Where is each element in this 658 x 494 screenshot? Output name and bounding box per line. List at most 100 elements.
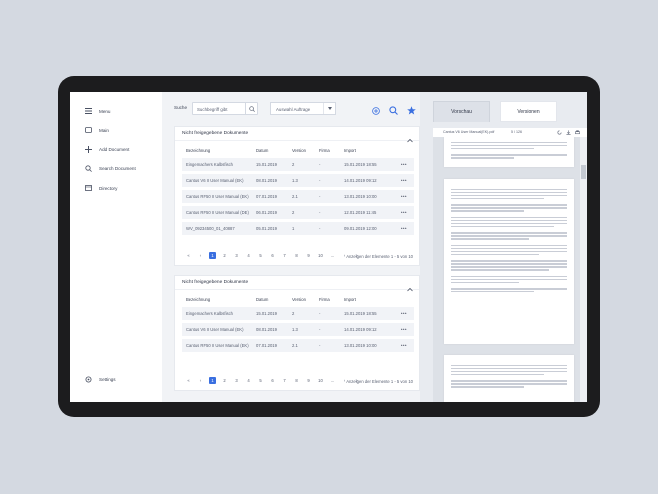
page-button[interactable]: 4 <box>245 252 252 259</box>
preview-toolbar: Cantus V6 User Manual(EK).pdf 5 / 126 <box>433 128 587 137</box>
more-options-icon[interactable]: ••• <box>394 174 414 187</box>
page-button[interactable]: 1 <box>209 252 216 259</box>
print-icon <box>575 129 580 134</box>
more-options-icon[interactable]: ••• <box>394 206 414 219</box>
search-label: Suche <box>174 105 188 110</box>
tab-vorschau[interactable]: Vorschau <box>433 101 490 122</box>
page-button[interactable]: 6 <box>269 252 276 259</box>
cell-version: 2.1 <box>292 339 319 352</box>
toolbar-actions <box>372 102 416 120</box>
cell-firma: - <box>319 206 344 219</box>
directory-icon <box>84 184 92 192</box>
page-button[interactable]: 1 <box>209 377 216 384</box>
sidebar-item-directory[interactable]: Directory <box>84 183 117 193</box>
favorite-button[interactable] <box>407 102 416 120</box>
more-options-icon[interactable]: ••• <box>394 190 414 203</box>
page-button[interactable]: 10 <box>317 377 324 384</box>
page-button[interactable]: 4 <box>245 377 252 384</box>
page-button[interactable]: 3 <box>233 252 240 259</box>
sidebar-item-search-document[interactable]: Search Document <box>84 163 136 173</box>
plus-icon <box>84 145 92 153</box>
table-row[interactable]: WV_09234500_01_40887 05.01.2019 1-09.01.20… <box>182 222 414 235</box>
chevron-up-icon <box>407 138 413 143</box>
page-button[interactable]: 10 <box>317 252 324 259</box>
cell-firma: - <box>319 158 344 171</box>
page-prev-button[interactable]: ‹ <box>197 377 204 384</box>
document-page <box>444 137 574 167</box>
more-options-icon[interactable]: ••• <box>394 158 414 171</box>
page-button[interactable]: 9 <box>305 377 312 384</box>
table-row[interactable]: Cantus RF50 II User Manual (DE) 06.01.201… <box>182 206 414 219</box>
add-circle-button[interactable] <box>372 102 380 120</box>
page-button[interactable]: 9 <box>305 252 312 259</box>
sidebar-item-menu[interactable]: Menu <box>84 106 111 116</box>
preview-scrollbar[interactable] <box>580 137 587 402</box>
download-icon <box>566 129 571 135</box>
page-prev-button[interactable]: ‹ <box>197 252 204 259</box>
page-button[interactable]: 3 <box>233 377 240 384</box>
pagination: « ‹ 1 2 3 4 5 6 7 8 9 10 ... › » <box>185 252 360 259</box>
page-first-button[interactable]: « <box>185 377 192 384</box>
sidebar-item-main[interactable]: Main <box>84 125 109 135</box>
table-row[interactable]: Cantus V6 II User Manual (EK) 08.01.2019 1… <box>182 323 414 336</box>
star-icon <box>407 106 416 115</box>
page-button[interactable]: 8 <box>293 252 300 259</box>
table-row[interactable]: Eingemachers Kalbsfisch 15.01.2019 2-15.01… <box>182 307 414 320</box>
cell-name: Cantus RF50 II User Manual (EK) <box>182 339 256 352</box>
cell-name: Eingemachers Kalbsfisch <box>182 307 256 320</box>
page-button[interactable]: 5 <box>257 252 264 259</box>
page-button[interactable]: 7 <box>281 377 288 384</box>
sidebar-item-add-document[interactable]: Add Document <box>84 144 129 154</box>
collapse-button[interactable] <box>407 130 413 148</box>
rotate-button[interactable] <box>557 130 562 136</box>
col-header: Datum <box>256 297 269 302</box>
table-header-row: Bezeichnung Datum Version Firma Import <box>182 295 414 304</box>
col-header: Firma <box>319 297 330 302</box>
table-row[interactable]: Cantus RF50 II User Manual (EK) 07.01.201… <box>182 190 414 203</box>
table-row[interactable]: Cantus RF50 II User Manual (EK) 07.01.201… <box>182 339 414 352</box>
search-input[interactable] <box>197 106 245 112</box>
documents-table: Bezeichnung Datum Version Firma Import E… <box>182 292 414 355</box>
sidebar-item-label: Add Document <box>99 146 130 152</box>
cell-firma: - <box>319 323 344 336</box>
table-header-row: Bezeichnung Datum Version Firma Import <box>182 146 414 155</box>
more-options-icon[interactable]: ••• <box>394 222 414 235</box>
more-options-icon[interactable]: ••• <box>394 323 414 336</box>
scrollbar-thumb[interactable] <box>581 165 586 179</box>
more-options-icon[interactable]: ••• <box>394 339 414 352</box>
sidebar-item-settings[interactable]: Settings <box>84 374 116 384</box>
page-button[interactable]: 6 <box>269 377 276 384</box>
app-screen: Menu Main Add Document Search Document D… <box>70 92 587 402</box>
search-field[interactable] <box>192 102 258 115</box>
cell-name: Cantus RF50 II User Manual (DE) <box>182 206 256 219</box>
cell-firma: - <box>319 190 344 203</box>
cell-version: 2.1 <box>292 190 319 203</box>
print-button[interactable] <box>575 129 580 136</box>
sidebar-item-label: Main <box>99 127 109 133</box>
page-button[interactable]: 8 <box>293 377 300 384</box>
sidebar: Menu Main Add Document Search Document D… <box>70 92 162 402</box>
table-row[interactable]: Eingemachers Kalbsfisch 15.01.2019 2-15.01… <box>182 158 414 171</box>
more-options-icon[interactable]: ••• <box>394 307 414 320</box>
table-row[interactable]: Cantus V6 II User Manual (EK) 08.01.2019 1… <box>182 174 414 187</box>
page-first-button[interactable]: « <box>185 252 192 259</box>
collapse-button[interactable] <box>407 279 413 297</box>
cell-import: 13.01.2019 10:00 <box>344 190 394 203</box>
document-preview[interactable] <box>433 137 580 402</box>
search-icon <box>248 105 255 112</box>
search-button[interactable] <box>245 103 257 114</box>
pagination-info: Anzeigen der Elemente 1 - 5 von 10 <box>346 379 413 384</box>
panel-title: Nicht freigegebene Dokumente <box>182 280 249 285</box>
page-button[interactable]: 2 <box>221 377 228 384</box>
auftrag-select[interactable]: Auswahl Auftrage <box>270 102 336 115</box>
cell-date: 05.01.2019 <box>256 222 292 235</box>
page-button[interactable]: 5 <box>257 377 264 384</box>
panel-header: Nicht freigegebene Dokumente <box>175 276 419 292</box>
page-button[interactable]: 2 <box>221 252 228 259</box>
cell-import: 15.01.2019 18:55 <box>344 158 394 171</box>
preview-page-info: 5 / 126 <box>511 130 522 135</box>
search-action-button[interactable] <box>389 102 398 120</box>
tab-versionen[interactable]: Versionen <box>500 101 557 122</box>
page-button[interactable]: 7 <box>281 252 288 259</box>
download-button[interactable] <box>566 129 571 136</box>
